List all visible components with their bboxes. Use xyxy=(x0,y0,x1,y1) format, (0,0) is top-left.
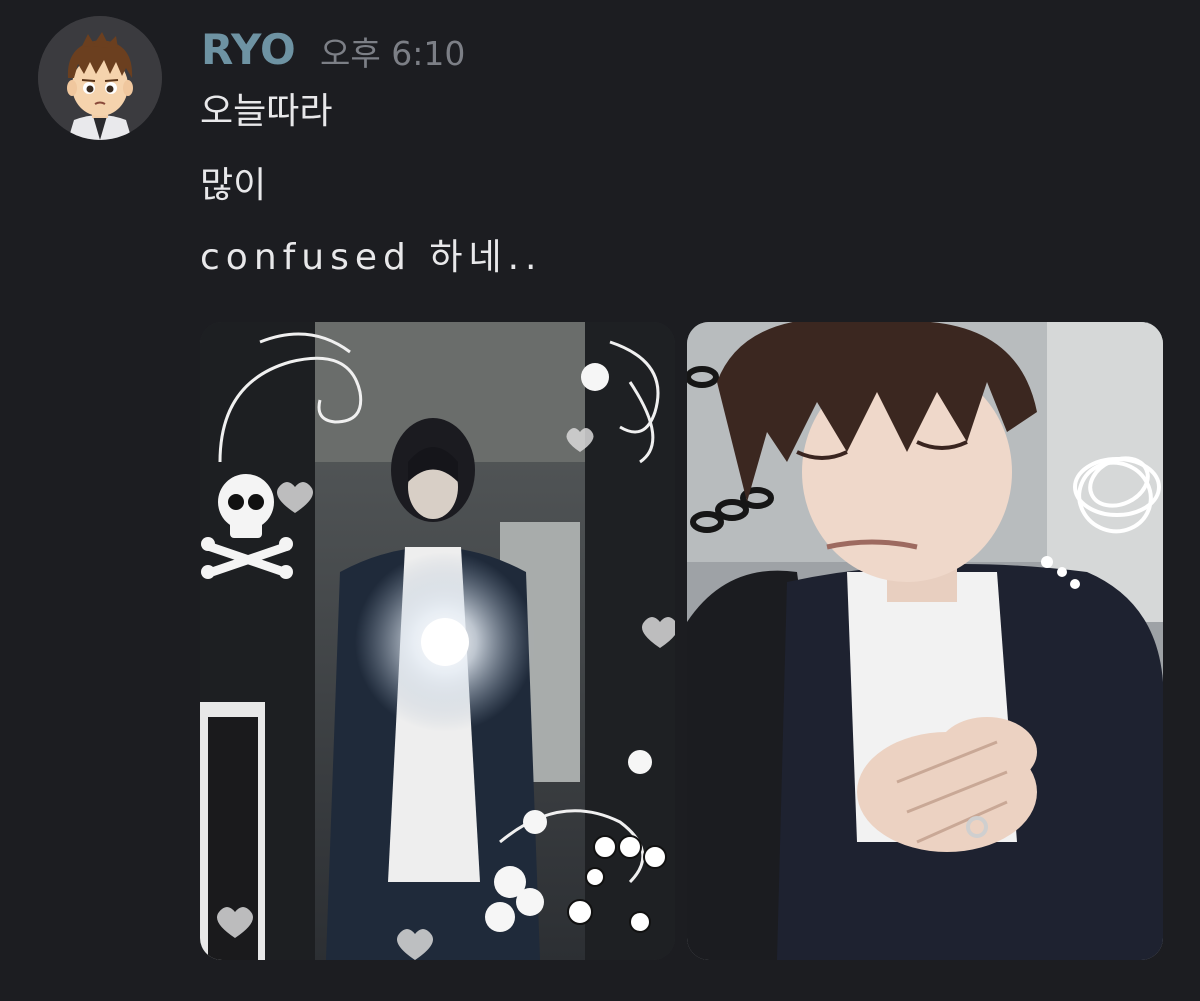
message-line: 많이 xyxy=(200,165,267,206)
mirror-selfie-photo xyxy=(200,322,675,960)
username[interactable]: RYO xyxy=(201,24,296,76)
image-attachment[interactable] xyxy=(200,322,675,960)
message-line: 오늘따라 xyxy=(200,91,333,132)
user-avatar[interactable] xyxy=(38,16,162,140)
message-line: confused 하네.. xyxy=(200,237,543,278)
image-attachment[interactable] xyxy=(687,322,1163,960)
cartoon-boy-avatar-icon xyxy=(38,16,162,140)
chat-message: RYO 오후 6:10 오늘따라 많이 confused 하네.. xyxy=(0,0,1200,1001)
portrait-photo xyxy=(687,322,1163,960)
timestamp: 오후 6:10 xyxy=(320,34,466,73)
